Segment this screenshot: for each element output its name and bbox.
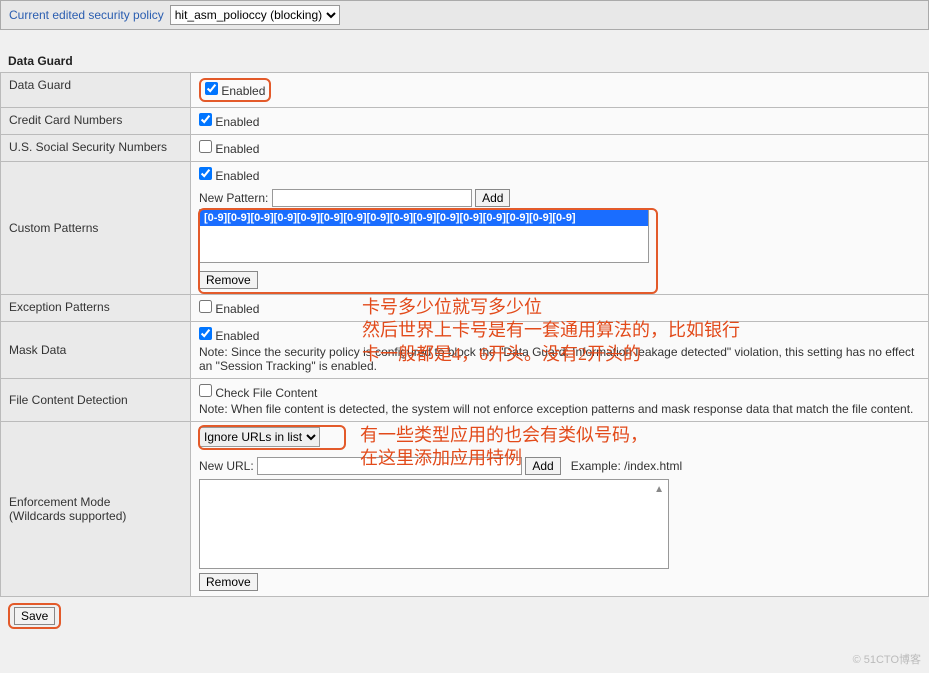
add-pattern-button[interactable]: Add (475, 189, 510, 207)
remove-pattern-button[interactable]: Remove (199, 271, 258, 289)
enabled-text: Enabled (215, 142, 259, 156)
new-pattern-label: New Pattern: (199, 191, 268, 205)
filecontent-note: Note: When file content is detected, the… (199, 402, 920, 416)
remove-url-button[interactable]: Remove (199, 573, 258, 591)
section-title: Data Guard (8, 54, 929, 68)
new-url-label: New URL: (199, 459, 254, 473)
mask-enabled-checkbox[interactable] (199, 327, 212, 340)
row-label-exception: Exception Patterns (1, 295, 191, 322)
url-listbox[interactable]: ▲ (199, 479, 669, 569)
policy-label: Current edited security policy (9, 8, 164, 22)
enforcement-label-1: Enforcement Mode (9, 495, 182, 509)
row-label-mask: Mask Data (1, 322, 191, 379)
policy-select[interactable]: hit_asm_polioccy (blocking) (170, 5, 340, 25)
row-label-custom: Custom Patterns (1, 162, 191, 295)
dataguard-enabled-checkbox[interactable] (205, 82, 218, 95)
enabled-text: Enabled (215, 115, 259, 129)
filecontent-check-text: Check File Content (215, 386, 317, 400)
row-label-filecontent: File Content Detection (1, 379, 191, 422)
ssn-enabled-checkbox[interactable] (199, 140, 212, 153)
filecontent-checkbox[interactable] (199, 384, 212, 397)
custom-enabled-checkbox[interactable] (199, 167, 212, 180)
url-example: Example: /index.html (571, 459, 682, 473)
row-label-dataguard: Data Guard (1, 73, 191, 108)
enforcement-label-2: (Wildcards supported) (9, 509, 182, 523)
new-url-input[interactable] (257, 457, 522, 475)
enabled-text: Enabled (215, 169, 259, 183)
data-guard-table: Data Guard Enabled Credit Card Numbers E… (0, 72, 929, 597)
mask-note: Note: Since the security policy is confi… (199, 345, 920, 373)
save-button[interactable]: Save (14, 607, 55, 625)
enabled-text: Enabled (215, 302, 259, 316)
cc-enabled-checkbox[interactable] (199, 113, 212, 126)
watermark: © 51CTO博客 (853, 651, 921, 667)
exception-enabled-checkbox[interactable] (199, 300, 212, 313)
pattern-item-selected[interactable]: [0-9][0-9][0-9][0-9][0-9][0-9][0-9][0-9]… (200, 210, 648, 226)
enabled-text: Enabled (221, 84, 265, 98)
enabled-text: Enabled (215, 329, 259, 343)
highlight-save: Save (8, 603, 61, 629)
scroll-up-icon[interactable]: ▲ (654, 484, 664, 495)
row-label-enforcement: Enforcement Mode (Wildcards supported) (1, 422, 191, 597)
row-label-cc: Credit Card Numbers (1, 108, 191, 135)
add-url-button[interactable]: Add (525, 457, 560, 475)
row-label-ssn: U.S. Social Security Numbers (1, 135, 191, 162)
highlight-enabled: Enabled (199, 78, 271, 102)
new-pattern-input[interactable] (272, 189, 472, 207)
pattern-listbox[interactable]: [0-9][0-9][0-9][0-9][0-9][0-9][0-9][0-9]… (199, 209, 649, 263)
ignore-urls-select[interactable]: Ignore URLs in list (199, 427, 320, 447)
